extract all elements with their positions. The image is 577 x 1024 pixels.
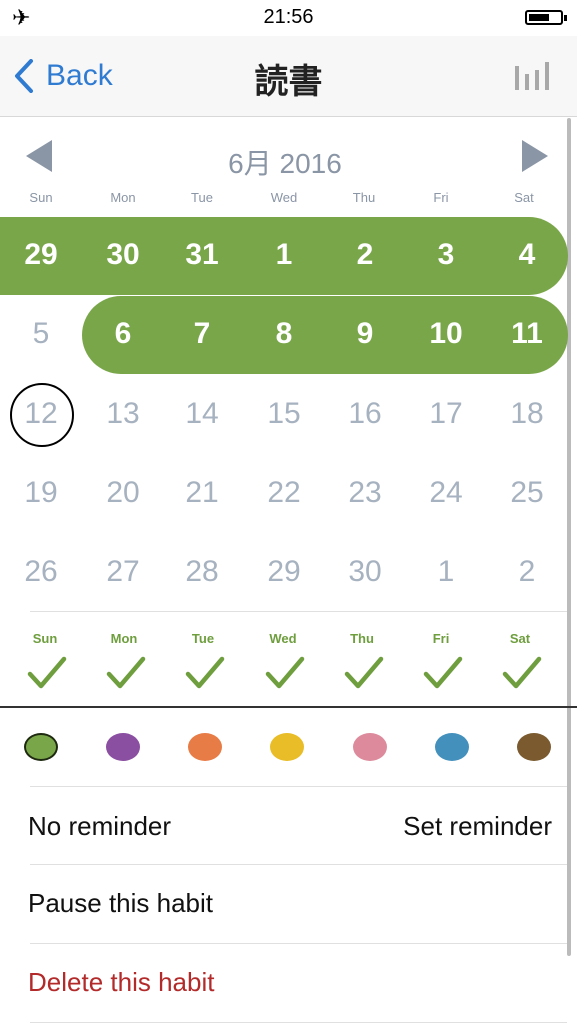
calendar-day[interactable]: 24 [411, 476, 481, 510]
calendar-day[interactable]: 15 [249, 397, 319, 431]
checkmark-icon[interactable] [344, 655, 384, 691]
calendar-day[interactable]: 22 [249, 476, 319, 510]
color-swatch[interactable] [517, 733, 551, 761]
scrollbar[interactable] [567, 118, 571, 956]
color-swatch[interactable] [270, 733, 304, 761]
calendar-day[interactable]: 23 [330, 476, 400, 510]
section-divider [0, 706, 577, 708]
weekday-header: Sun Mon Tue Wed Thu Fri Sat [0, 190, 570, 208]
weekday-label: Thu [352, 190, 376, 205]
frequency-day-label: Wed [269, 631, 297, 646]
calendar-day[interactable]: 2 [492, 555, 562, 589]
weekday-label: Fri [433, 190, 449, 205]
calendar-day[interactable]: 14 [167, 397, 237, 431]
calendar-day[interactable]: 3 [411, 238, 481, 272]
calendar-day[interactable]: 27 [88, 555, 158, 589]
weekday-label: Tue [191, 190, 213, 205]
next-month-button[interactable] [522, 140, 548, 172]
calendar-day-today[interactable]: 12 [6, 397, 76, 431]
checkmark-icon[interactable] [265, 655, 305, 691]
divider [30, 943, 567, 944]
calendar-day[interactable]: 1 [249, 238, 319, 272]
weekday-label: Sun [29, 190, 53, 205]
frequency-day-label: Mon [110, 631, 138, 646]
calendar-day[interactable]: 20 [88, 476, 158, 510]
checkmark-icon[interactable] [27, 655, 67, 691]
calendar-day[interactable]: 13 [88, 397, 158, 431]
color-swatch-selected[interactable] [24, 733, 58, 761]
divider [30, 786, 567, 787]
calendar-day[interactable]: 19 [6, 476, 76, 510]
weekday-label: Sat [514, 190, 534, 205]
checkmark-icon[interactable] [423, 655, 463, 691]
divider [30, 1022, 567, 1023]
set-reminder-button[interactable]: Set reminder [403, 811, 552, 842]
frequency-day-label: Sat [509, 631, 531, 646]
frequency-day-label: Thu [350, 631, 374, 646]
frequency-day-label: Fri [432, 631, 450, 646]
color-swatch[interactable] [106, 733, 140, 761]
calendar-day[interactable]: 29 [249, 555, 319, 589]
weekday-label: Mon [110, 190, 136, 205]
calendar-day[interactable]: 29 [6, 238, 76, 272]
calendar-day[interactable]: 18 [492, 397, 562, 431]
color-swatch[interactable] [188, 733, 222, 761]
bar-chart-icon[interactable] [515, 60, 549, 90]
color-swatch[interactable] [435, 733, 469, 761]
status-bar: ✈ 21:56 [0, 0, 577, 36]
calendar-day[interactable]: 30 [88, 238, 158, 272]
calendar-day[interactable]: 16 [330, 397, 400, 431]
calendar-day[interactable]: 4 [492, 238, 562, 272]
frequency-day-label: Sun [32, 631, 58, 646]
calendar-day[interactable]: 6 [88, 317, 158, 351]
status-time: 21:56 [263, 6, 314, 28]
reminder-status: No reminder [28, 811, 172, 841]
pause-habit-button[interactable]: Pause this habit [28, 888, 213, 919]
month-label: 6月 2016 [228, 148, 342, 179]
page-title: 読書 [254, 63, 323, 101]
checkmark-icon[interactable] [185, 655, 225, 691]
delete-habit-button[interactable]: Delete this habit [28, 967, 214, 998]
calendar-day[interactable]: 21 [167, 476, 237, 510]
calendar-day[interactable]: 17 [411, 397, 481, 431]
calendar-day[interactable]: 8 [249, 317, 319, 351]
calendar-day[interactable]: 30 [330, 555, 400, 589]
frequency-day-label: Tue [191, 631, 215, 646]
calendar-day[interactable]: 9 [330, 317, 400, 351]
calendar-day[interactable]: 10 [411, 317, 481, 351]
divider [30, 611, 567, 612]
calendar-day[interactable]: 1 [411, 555, 481, 589]
calendar-day[interactable]: 26 [6, 555, 76, 589]
weekday-label: Wed [270, 190, 298, 205]
navigation-bar: Back 読書 [0, 36, 577, 117]
calendar-day[interactable]: 11 [492, 317, 562, 351]
battery-icon [525, 10, 567, 25]
calendar-day[interactable]: 31 [167, 238, 237, 272]
color-swatch[interactable] [353, 733, 387, 761]
calendar-day[interactable]: 28 [167, 555, 237, 589]
checkmark-icon[interactable] [106, 655, 146, 691]
checkmark-icon[interactable] [502, 655, 542, 691]
divider [30, 864, 567, 865]
calendar-day[interactable]: 2 [330, 238, 400, 272]
month-header: 6月 2016 [0, 140, 570, 180]
calendar-day[interactable]: 7 [167, 317, 237, 351]
calendar-day[interactable]: 5 [6, 317, 76, 351]
calendar-day[interactable]: 25 [492, 476, 562, 510]
